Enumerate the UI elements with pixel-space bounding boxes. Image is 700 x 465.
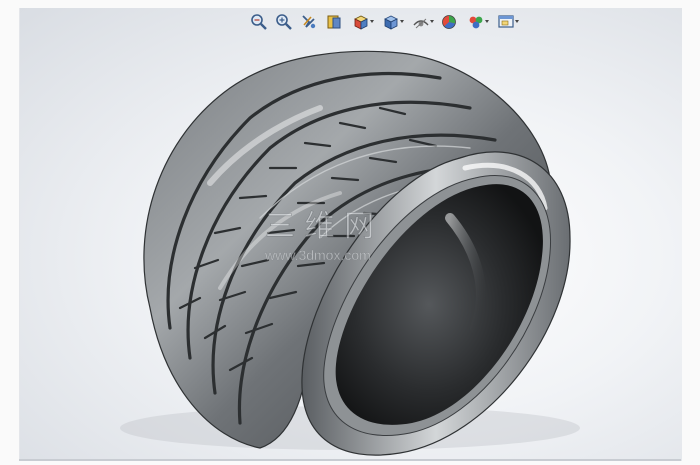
cad-window: 三 维 网 www.3dmox.com (0, 0, 700, 465)
watermark-line1: 三 维 网 (265, 209, 374, 244)
watermark-line2: www.3dmox.com (264, 247, 371, 263)
tire-model[interactable]: 三 维 网 www.3dmox.com (20, 8, 682, 461)
viewport-bottom-border (19, 459, 681, 461)
graphics-viewport[interactable]: 三 维 网 www.3dmox.com (19, 8, 682, 461)
watermark: 三 维 网 www.3dmox.com (264, 209, 375, 264)
